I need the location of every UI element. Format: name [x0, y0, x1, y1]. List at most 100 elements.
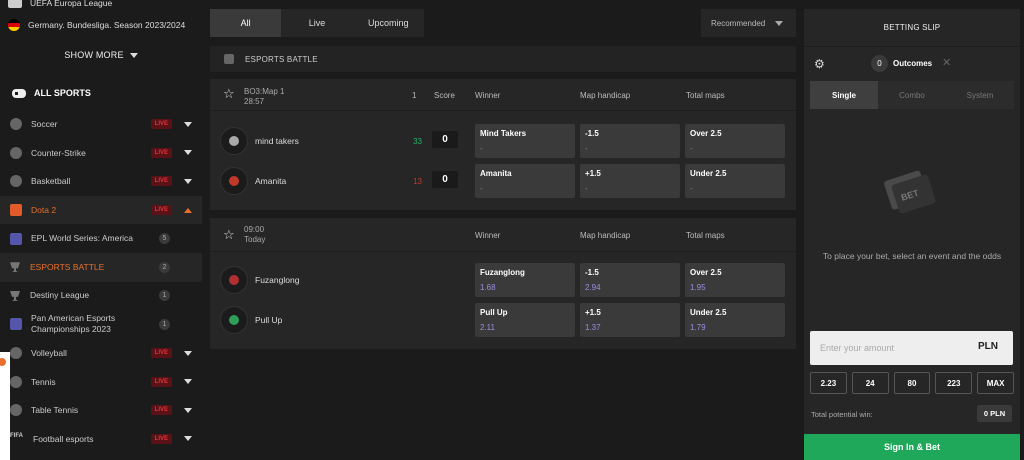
odd-value: - [480, 184, 483, 193]
germany-flag-icon [8, 19, 20, 31]
odd-button-total[interactable]: Under 2.5 - [685, 164, 785, 198]
odd-button-total[interactable]: Over 2.5 - [685, 124, 785, 158]
team-logo [220, 306, 248, 334]
tab-system[interactable]: System [946, 81, 1014, 109]
gamepad-icon [12, 88, 26, 98]
sidebar-item-counter-strike[interactable]: Counter-Strike LIVE [0, 139, 202, 168]
tab-upcoming[interactable]: Upcoming [353, 9, 424, 37]
sidebar-item-pan-american[interactable]: Pan American Esports Championships 2023 … [0, 310, 202, 339]
chevron-down-icon[interactable] [184, 178, 192, 184]
quick-amount-button[interactable]: 223 [935, 372, 973, 394]
odd-label: +1.5 [585, 308, 601, 317]
col-map: 1 [412, 91, 417, 100]
tab-combo[interactable]: Combo [878, 81, 946, 109]
quick-amount-button[interactable]: 24 [851, 372, 889, 394]
score-box: 0 [432, 171, 458, 188]
col-winner: Winner [475, 231, 501, 240]
odd-label: Under 2.5 [690, 308, 727, 317]
filter-tabs: All Live Upcoming [210, 9, 424, 37]
quick-amount-button[interactable]: 80 [893, 372, 931, 394]
team-name: Fuzanglong [255, 275, 300, 285]
gear-icon[interactable]: ⚙ [814, 57, 825, 71]
odd-label: Mind Takers [480, 129, 527, 138]
odd-value: - [480, 144, 483, 153]
sidebar-item-destiny-league[interactable]: Destiny League 1 [0, 282, 202, 311]
team-row: mind takers 33 0 Mind Takers - -1.5 - Ov… [210, 122, 796, 162]
tab-all[interactable]: All [210, 9, 282, 37]
odd-button-handicap[interactable]: -1.5 2.94 [580, 263, 680, 297]
sidebar-item-dota2[interactable]: Dota 2 LIVE [0, 195, 202, 225]
sort-dropdown[interactable]: Recommended [701, 9, 796, 37]
team-row: Pull Up Pull Up 2.11 +1.5 1.37 Under 2.5… [210, 301, 796, 341]
match-time: 09:00 [244, 225, 265, 234]
odd-value: 1.79 [690, 323, 706, 332]
sidebar-item-esports-battle[interactable]: ESPORTS BATTLE 2 [0, 252, 202, 282]
uefa-flag-icon [8, 0, 22, 8]
team-row: Fuzanglong Fuzanglong 1.68 -1.5 2.94 Ove… [210, 261, 796, 301]
sidebar-item-tennis[interactable]: Tennis LIVE [0, 367, 202, 396]
chevron-down-icon[interactable] [184, 121, 192, 127]
sport-label: Soccer [31, 119, 58, 130]
odd-button-total[interactable]: Over 2.5 1.95 [685, 263, 785, 297]
favorite-star-icon[interactable]: ☆ [223, 228, 235, 241]
odd-button-handicap[interactable]: -1.5 - [580, 124, 680, 158]
count-badge: 1 [159, 290, 170, 302]
sidebar-item-basketball[interactable]: Basketball LIVE [0, 167, 202, 196]
live-badge: LIVE [150, 405, 172, 416]
chevron-down-icon[interactable] [184, 436, 192, 442]
sport-label: Basketball [31, 176, 71, 187]
odd-button-handicap[interactable]: +1.5 1.37 [580, 303, 680, 337]
chevron-down-icon[interactable] [184, 150, 192, 156]
odd-value: 1.68 [480, 283, 496, 292]
odd-button-winner[interactable]: Fuzanglong 1.68 [475, 263, 575, 297]
chevron-down-icon[interactable] [184, 379, 192, 385]
sidebar-item-soccer[interactable]: Soccer LIVE [0, 110, 202, 139]
tournament-header[interactable]: ESPORTS BATTLE [210, 46, 796, 72]
tournament-logo-icon [10, 232, 22, 245]
support-edge-tab[interactable] [0, 352, 10, 460]
odd-button-winner[interactable]: Pull Up 2.11 [475, 303, 575, 337]
odd-button-winner[interactable]: Mind Takers - [475, 124, 575, 158]
trophy-icon [10, 290, 20, 301]
all-sports-label: ALL SPORTS [34, 88, 91, 98]
volleyball-icon [10, 347, 22, 360]
betting-slip: BETTING SLIP ⚙ 0 Outcomes ✕ Single Combo… [804, 9, 1020, 460]
sidebar-item-epl-world-series[interactable]: EPL World Series: America 5 [0, 224, 202, 253]
sidebar-item-volleyball[interactable]: Volleyball LIVE [0, 339, 202, 368]
chevron-down-icon[interactable] [184, 350, 192, 356]
slip-hint: To place your bet, select an event and t… [822, 251, 1002, 261]
currency-label: PLN [978, 341, 998, 352]
odd-button-total[interactable]: Under 2.5 1.79 [685, 303, 785, 337]
tennis-icon [10, 375, 22, 388]
favorite-star-icon[interactable]: ☆ [223, 87, 235, 100]
tab-single[interactable]: Single [810, 81, 878, 109]
all-sports-heading[interactable]: ALL SPORTS [0, 76, 202, 110]
quick-amount-button[interactable]: 2.23 [810, 372, 847, 394]
live-badge: LIVE [150, 205, 172, 216]
sidebar-league-europa[interactable]: UEFA Europa League [0, 0, 202, 14]
sidebar-league-bundesliga[interactable]: Germany. Bundesliga. Season 2023/2024 [0, 14, 202, 36]
odd-label: Fuzanglong [480, 268, 525, 277]
fifa-icon: FIFA [10, 432, 23, 439]
sidebar-item-football-esports[interactable]: FIFA Football esports LIVE [0, 425, 202, 454]
basketball-icon [10, 175, 22, 188]
odd-value: 1.95 [690, 283, 706, 292]
team-name: mind takers [255, 136, 299, 146]
close-icon[interactable]: ✕ [942, 56, 951, 69]
tab-live[interactable]: Live [281, 9, 352, 37]
match-stage: BO3:Map 1 [244, 87, 285, 96]
sidebar-item-table-tennis[interactable]: Table Tennis LIVE [0, 396, 202, 425]
chevron-down-icon[interactable] [184, 407, 192, 413]
col-total: Total maps [686, 231, 725, 240]
chevron-up-icon[interactable] [184, 207, 192, 213]
odd-button-winner[interactable]: Amanita - [475, 164, 575, 198]
max-amount-button[interactable]: MAX [977, 372, 1014, 394]
team-row: Amanita 13 0 Amanita - +1.5 - Under 2.5 … [210, 162, 796, 202]
slip-title: BETTING SLIP [804, 9, 1020, 47]
live-badge: LIVE [150, 176, 172, 187]
match-clock: 28:57 [244, 96, 265, 106]
match-status: BO3:Map 1 28:57 [244, 87, 284, 106]
sign-in-bet-button[interactable]: Sign In & Bet [804, 434, 1020, 460]
show-more-button[interactable]: SHOW MORE [0, 36, 202, 74]
odd-button-handicap[interactable]: +1.5 - [580, 164, 680, 198]
